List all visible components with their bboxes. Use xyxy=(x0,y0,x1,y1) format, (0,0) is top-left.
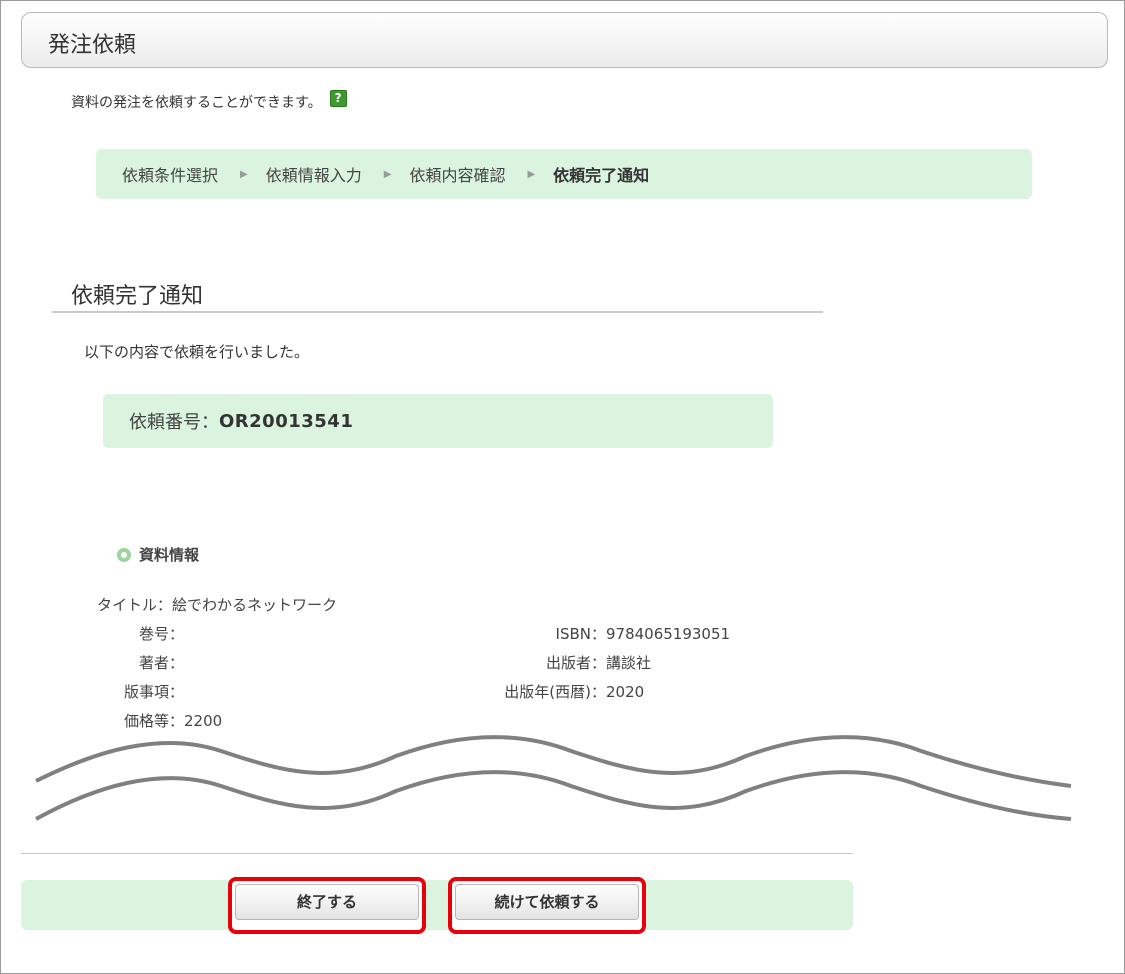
continue-button-highlight: 続けて依頼する xyxy=(448,877,646,934)
material-price-value: 2200 xyxy=(184,712,223,730)
help-icon[interactable]: ? xyxy=(329,89,347,107)
step-arrow-icon: ▶ xyxy=(527,168,536,180)
page-header: 発注依頼 xyxy=(21,12,1108,68)
material-title-label: タイトル： xyxy=(97,596,173,614)
step-indicator: 依頼条件選択 ▶ 依頼情報入力 ▶ 依頼内容確認 ▶ 依頼完了通知 xyxy=(96,149,1032,199)
material-publisher-value: 講談社 xyxy=(606,654,652,672)
material-author-label: 著者： xyxy=(138,654,184,672)
step-condition-select: 依頼条件選択 xyxy=(122,166,219,185)
material-price-row: 価格等：2200 xyxy=(97,710,222,731)
material-title-value: 絵でわかるネットワーク xyxy=(172,596,338,614)
material-isbn-label: ISBN： xyxy=(555,625,606,643)
material-publisher-row: 出版者：講談社 xyxy=(461,652,651,673)
step-arrow-icon: ▶ xyxy=(240,168,248,180)
material-year-label: 出版年(西暦)： xyxy=(504,683,606,701)
material-publisher-label: 出版者： xyxy=(545,654,606,672)
order-number: OR20013541 xyxy=(219,410,354,432)
continue-request-button[interactable]: 続けて依頼する xyxy=(455,884,639,920)
bottom-divider xyxy=(21,853,853,854)
finish-button[interactable]: 終了する xyxy=(235,884,419,920)
intro-text: 資料の発注を依頼することができます。 xyxy=(71,95,322,111)
step-info-input: 依頼情報入力 xyxy=(265,166,362,185)
step-complete-notice: 依頼完了通知 xyxy=(553,166,650,185)
page-frame: 発注依頼 資料の発注を依頼することができます。 ? 依頼条件選択 ▶ 依頼情報入… xyxy=(0,0,1125,974)
material-info-heading-text: 資料情報 xyxy=(139,546,200,564)
material-author-row: 著者： xyxy=(97,652,184,673)
material-isbn-value: 9784065193051 xyxy=(606,625,731,643)
material-edition-row: 版事項： xyxy=(97,681,184,702)
material-edition-label: 版事項： xyxy=(123,683,184,701)
material-volume-label: 巻号： xyxy=(138,625,184,643)
section-title: 依頼完了通知 xyxy=(71,284,204,309)
material-isbn-row: ISBN：9784065193051 xyxy=(461,623,731,644)
material-year-row: 出版年(西暦)：2020 xyxy=(461,681,644,702)
step-content-confirm: 依頼内容確認 xyxy=(409,166,506,185)
material-price-label: 価格等： xyxy=(123,712,184,730)
completion-message: 以下の内容で依頼を行いました。 xyxy=(84,343,310,361)
wave-line-lower xyxy=(35,770,1072,821)
material-year-value: 2020 xyxy=(606,683,645,701)
material-info-heading: 資料情報 xyxy=(117,544,199,565)
section-divider xyxy=(52,311,823,313)
order-number-box: 依頼番号： OR20013541 xyxy=(103,394,773,448)
step-arrow-icon: ▶ xyxy=(383,168,392,180)
material-title-row: タイトル：絵でわかるネットワーク xyxy=(97,594,337,615)
material-volume-row: 巻号： xyxy=(97,623,184,644)
page-title: 発注依頼 xyxy=(48,33,137,58)
omission-wave-divider xyxy=(35,735,1072,821)
finish-button-highlight: 終了する xyxy=(228,877,426,934)
order-number-label: 依頼番号： xyxy=(129,412,219,433)
bullet-icon xyxy=(117,547,131,562)
intro: 資料の発注を依頼することができます。 ? xyxy=(71,89,347,112)
button-bar xyxy=(21,880,853,930)
